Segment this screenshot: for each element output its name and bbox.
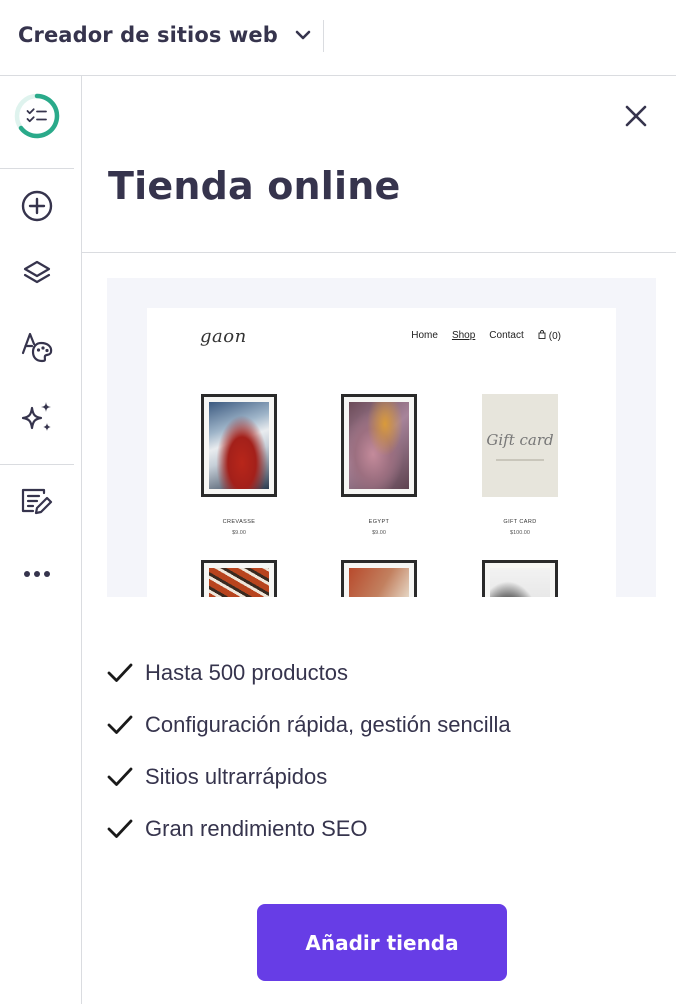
store-nav-contact: Contact <box>489 330 524 341</box>
checkmark-icon <box>107 660 133 686</box>
ai-sparkles-icon <box>19 399 55 439</box>
edit-content-icon <box>19 484 55 524</box>
product-price: $9.00 <box>372 530 386 536</box>
sidebar <box>0 76 82 1004</box>
sidebar-item-checklist[interactable] <box>0 90 74 146</box>
add-store-button[interactable]: Añadir tienda <box>257 904 507 981</box>
checkmark-icon <box>107 764 133 790</box>
product-card <box>465 560 575 597</box>
shopping-bag-icon <box>538 330 546 342</box>
sidebar-item-edit-content[interactable] <box>0 476 74 532</box>
product-price: $100.00 <box>510 530 530 536</box>
product-image <box>341 560 417 597</box>
close-button[interactable] <box>620 102 652 134</box>
sidebar-item-ai-tools[interactable] <box>0 391 74 447</box>
store-preview: gaon Home Shop Contact (0) CREVASSE $9.0… <box>107 278 656 597</box>
feature-item: Configuración rápida, gestión sencilla <box>107 712 511 738</box>
product-name: EGYPT <box>368 519 390 525</box>
online-store-panel: Tienda online gaon Home Shop Contact (0) <box>82 76 676 1004</box>
feature-item: Sitios ultrarrápidos <box>107 764 511 790</box>
panel-divider <box>82 252 676 253</box>
gift-card-script: Gift card <box>486 430 554 449</box>
add-circle-icon <box>20 189 54 227</box>
layers-icon <box>20 258 54 296</box>
sidebar-divider <box>0 464 74 465</box>
product-image <box>482 560 558 597</box>
store-nav-shop: Shop <box>451 330 476 341</box>
sidebar-divider <box>0 168 74 169</box>
gift-card-underline <box>496 458 544 461</box>
product-image-gift-card: Gift card <box>482 394 558 497</box>
panel-title: Tienda online <box>108 164 401 208</box>
checkmark-icon <box>107 712 133 738</box>
product-card <box>184 560 294 597</box>
cart-count: (0) <box>548 330 561 342</box>
store-nav: Home Shop Contact (0) <box>411 330 561 342</box>
store-preview-page: gaon Home Shop Contact (0) CREVASSE $9.0… <box>147 308 616 597</box>
store-nav-home: Home <box>411 330 438 341</box>
sidebar-item-styles[interactable] <box>0 321 74 377</box>
site-switcher[interactable]: Creador de sitios web <box>18 18 314 52</box>
product-price: $9.00 <box>232 530 246 536</box>
checklist-progress-icon <box>13 92 61 144</box>
sidebar-item-add[interactable] <box>0 180 74 236</box>
product-card: Gift card GIFT CARD $100.00 <box>465 394 575 536</box>
product-image-crevasse <box>201 394 277 497</box>
sidebar-item-more[interactable] <box>0 545 74 601</box>
product-image-egypt <box>341 394 417 497</box>
store-logo: gaon <box>200 326 247 347</box>
product-card <box>324 560 434 597</box>
product-name: GIFT CARD <box>503 519 537 525</box>
styles-palette-icon <box>19 329 55 369</box>
feature-label: Configuración rápida, gestión sencilla <box>145 712 511 737</box>
top-divider <box>323 20 324 52</box>
product-image <box>201 560 277 597</box>
sidebar-item-layers[interactable] <box>0 249 74 305</box>
product-card: CREVASSE $9.00 <box>184 394 294 536</box>
close-icon <box>624 104 648 132</box>
feature-label: Sitios ultrarrápidos <box>145 764 328 789</box>
product-name: CREVASSE <box>222 519 256 525</box>
feature-list: Hasta 500 productos Configuración rápida… <box>107 660 511 868</box>
chevron-down-icon <box>292 24 314 46</box>
feature-item: Gran rendimiento SEO <box>107 816 511 842</box>
product-card: EGYPT $9.00 <box>324 394 434 536</box>
site-switcher-label: Creador de sitios web <box>18 23 278 47</box>
more-horizontal-icon <box>22 564 52 583</box>
feature-label: Gran rendimiento SEO <box>145 816 368 841</box>
store-cart: (0) <box>538 330 561 342</box>
checkmark-icon <box>107 816 133 842</box>
feature-item: Hasta 500 productos <box>107 660 511 686</box>
top-bar: Creador de sitios web <box>0 0 676 76</box>
feature-label: Hasta 500 productos <box>145 660 349 685</box>
